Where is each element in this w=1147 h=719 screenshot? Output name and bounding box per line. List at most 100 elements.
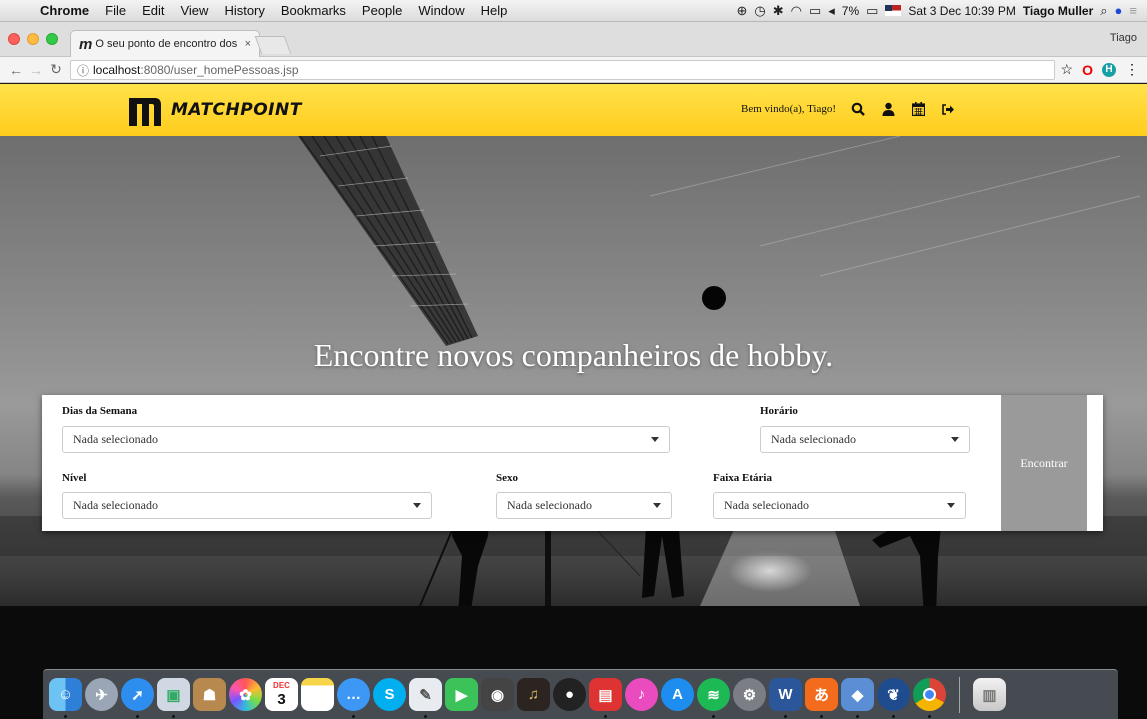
dock-calendar-day: 3	[277, 691, 286, 708]
web-page: MATCHPOINT Bem vindo(a), Tiago! Encontre…	[0, 84, 1147, 719]
spotify-icon[interactable]: ≋	[697, 678, 730, 718]
chevron-down-icon	[651, 437, 659, 442]
battery-icon[interactable]: ▭	[866, 3, 878, 19]
trash-icon[interactable]: ▥	[973, 678, 1006, 711]
browser-tab-active[interactable]: m O seu ponto de encontro dos ×	[70, 30, 260, 57]
profile-name[interactable]: Tiago	[1110, 32, 1137, 44]
hero-tagline: Encontre novos companheiros de hobby.	[313, 337, 834, 373]
dias-value: Nada selecionado	[73, 432, 158, 446]
virtualbox-icon[interactable]: ◆	[841, 678, 874, 718]
word-icon[interactable]: W	[769, 678, 802, 718]
sexo-label: Sexo	[496, 472, 518, 484]
dock-separator	[959, 676, 960, 713]
facetime-icon[interactable]: ▶	[445, 678, 478, 711]
aperture-icon[interactable]: ◉	[481, 678, 514, 711]
preview-icon[interactable]: ▣	[157, 678, 190, 718]
dias-select[interactable]: Nada selecionado	[62, 426, 670, 453]
forward-arrow-icon[interactable]: →	[26, 62, 46, 78]
minimize-window-button[interactable]	[27, 33, 39, 45]
matchpoint-favicon-icon: m	[79, 35, 92, 53]
browser-toolbar: ← → ↻ ⓘ localhost:8080/user_homePessoas.…	[0, 57, 1147, 83]
chevron-down-icon	[413, 503, 421, 508]
url-path: :8080/user_homePessoas.jsp	[140, 63, 299, 77]
faixa-select[interactable]: Nada selecionado	[713, 492, 966, 519]
popcorn-time-icon[interactable]: ▤	[589, 678, 622, 718]
menu-clock[interactable]: Sat 3 Dec 10:39 PM	[908, 4, 1015, 18]
site-header: MATCHPOINT Bem vindo(a), Tiago!	[0, 84, 1147, 136]
search-icon[interactable]	[850, 101, 866, 117]
photo-booth-icon[interactable]: ●	[553, 678, 586, 711]
back-arrow-icon[interactable]: ←	[6, 62, 26, 78]
notes-icon[interactable]	[301, 678, 334, 711]
contacts-icon[interactable]: ☗	[193, 678, 226, 711]
close-tab-icon[interactable]: ×	[245, 38, 251, 50]
launchpad-icon[interactable]: ✈	[85, 678, 118, 711]
time-machine-icon[interactable]: ◷	[754, 3, 765, 19]
safari-icon[interactable]: ➚	[121, 678, 154, 718]
menu-app-name[interactable]: Chrome	[32, 3, 97, 18]
hola-extension-icon[interactable]: H	[1102, 62, 1116, 77]
siri-icon[interactable]: ●	[1115, 3, 1123, 18]
chrome-icon[interactable]	[913, 678, 946, 718]
garageband-icon[interactable]: ♫	[517, 678, 550, 711]
chrome-menu-icon[interactable]: ⋮	[1125, 61, 1139, 78]
input-source-flag-icon[interactable]	[885, 5, 902, 16]
tab-title: O seu ponto de encontro dos	[95, 38, 238, 50]
sourcetree-icon[interactable]: ❦	[877, 678, 910, 718]
opera-extension-icon[interactable]: O	[1082, 62, 1093, 78]
horario-label: Horário	[760, 405, 798, 417]
sexo-select[interactable]: Nada selecionado	[496, 492, 672, 519]
menu-bookmarks[interactable]: Bookmarks	[273, 3, 354, 18]
menu-help[interactable]: Help	[473, 3, 516, 18]
zoom-window-button[interactable]	[46, 33, 58, 45]
spotlight-search-icon[interactable]: ⌕	[1100, 3, 1107, 19]
battery-percent: 7%	[841, 3, 860, 18]
system-preferences-icon[interactable]: ⚙	[733, 678, 766, 711]
address-bar[interactable]: ⓘ localhost:8080/user_homePessoas.jsp	[70, 60, 1055, 80]
user-icon[interactable]	[880, 101, 896, 117]
menu-people[interactable]: People	[354, 3, 410, 18]
calendar-icon[interactable]	[910, 101, 926, 117]
brand-name: MATCHPOINT	[171, 100, 302, 120]
bluetooth-icon[interactable]: ✱	[773, 3, 784, 19]
nivel-label: Nível	[62, 472, 87, 484]
faixa-label: Faixa Etária	[713, 472, 772, 484]
skype-icon[interactable]: S	[373, 678, 406, 711]
wifi-icon[interactable]: ◠	[791, 3, 802, 19]
photos-icon[interactable]: ✿	[229, 678, 262, 711]
sublime-text-icon[interactable]: あ	[805, 678, 838, 718]
globe-icon[interactable]: ⊕	[736, 3, 747, 19]
bookmark-star-icon[interactable]: ☆	[1061, 61, 1074, 78]
menu-history[interactable]: History	[216, 3, 272, 18]
menu-edit[interactable]: Edit	[134, 3, 172, 18]
textedit-icon[interactable]: ✎	[409, 678, 442, 718]
nivel-value: Nada selecionado	[73, 498, 158, 512]
menu-user-name[interactable]: Tiago Muller	[1023, 4, 1093, 18]
volume-icon[interactable]: ◂	[828, 3, 835, 19]
menu-file[interactable]: File	[97, 3, 134, 18]
matchpoint-m-icon	[129, 98, 161, 126]
airplay-icon[interactable]: ▭	[809, 3, 821, 19]
horario-select[interactable]: Nada selecionado	[760, 426, 970, 453]
messages-icon[interactable]: …	[337, 678, 370, 718]
url-host: localhost	[93, 63, 141, 77]
app-store-icon[interactable]: A	[661, 678, 694, 711]
close-window-button[interactable]	[8, 33, 20, 45]
partner-search-form: Dias da Semana Nada selecionado Horário …	[42, 395, 1103, 531]
hero-background: Encontre novos companheiros de hobby. Di…	[0, 136, 1147, 719]
info-icon[interactable]: ⓘ	[77, 62, 89, 79]
menu-view[interactable]: View	[172, 3, 216, 18]
calendar-app-icon[interactable]: DEC 3	[265, 678, 298, 711]
reload-icon[interactable]: ↻	[46, 61, 66, 78]
sign-out-icon[interactable]	[940, 101, 956, 117]
horario-value: Nada selecionado	[771, 432, 856, 446]
finder-icon[interactable]: ☺	[49, 678, 82, 718]
matchpoint-logo[interactable]: MATCHPOINT	[125, 92, 302, 128]
menu-window[interactable]: Window	[410, 3, 472, 18]
dias-label: Dias da Semana	[62, 405, 138, 417]
new-tab-button[interactable]	[254, 36, 292, 54]
notification-center-icon[interactable]: ≡	[1129, 3, 1137, 18]
encontrar-button[interactable]: Encontrar	[1001, 395, 1087, 531]
itunes-icon[interactable]: ♪	[625, 678, 658, 711]
nivel-select[interactable]: Nada selecionado	[62, 492, 432, 519]
